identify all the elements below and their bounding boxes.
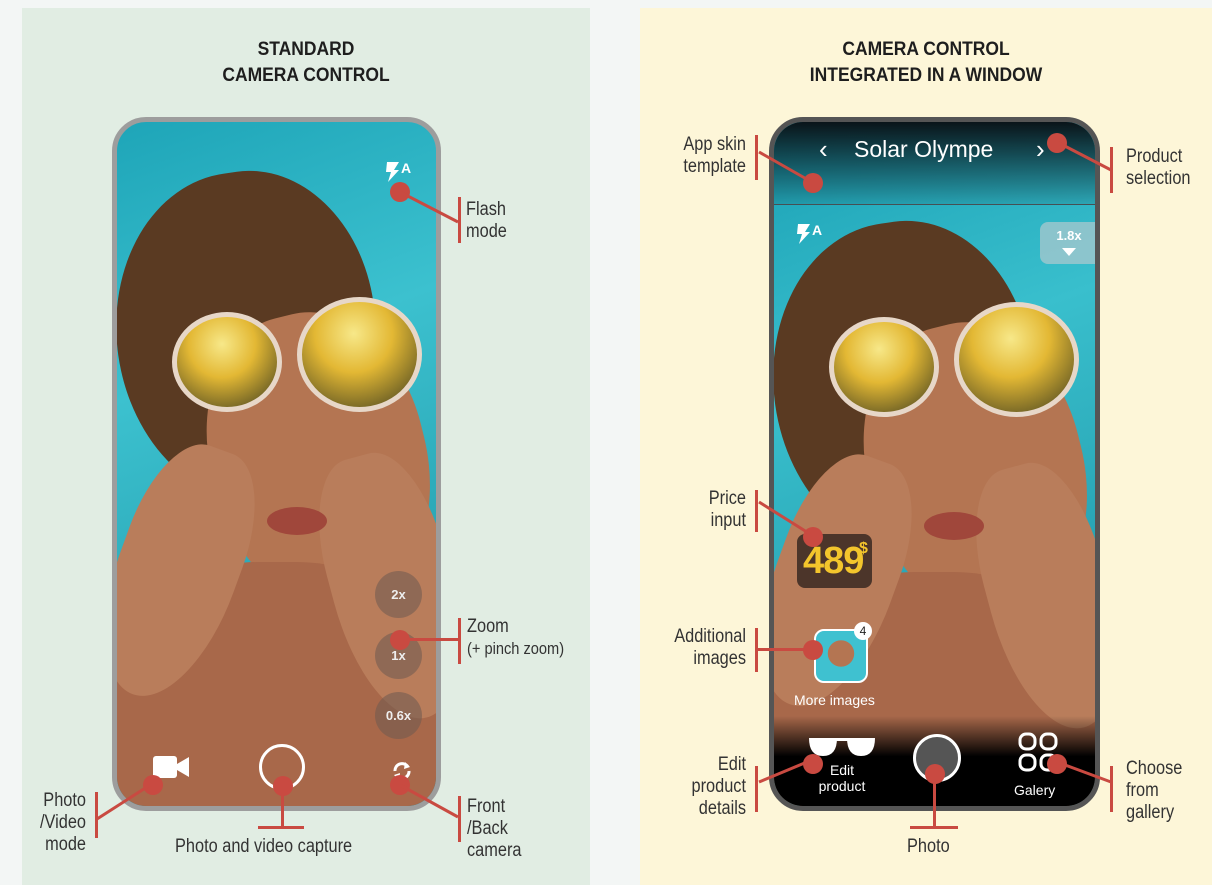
chevron-left-icon[interactable]: ‹ bbox=[819, 134, 828, 165]
panel-title: STANDARD CAMERA CONTROL bbox=[45, 37, 568, 89]
zoom-value: 1.8x bbox=[1056, 228, 1082, 243]
panel-title: CAMERA CONTROL INTEGRATED IN A WINDOW bbox=[663, 37, 1189, 89]
label-line: Edit bbox=[717, 754, 746, 775]
images-count-badge: 4 bbox=[854, 622, 872, 640]
choose-from-gallery-label: Choose from gallery bbox=[1126, 758, 1182, 824]
integrated-phone: ‹ Solar Olympe › A 1.8x 489 $ 4 More ima… bbox=[769, 117, 1100, 811]
more-images-label: More images bbox=[794, 692, 875, 708]
chevron-right-icon[interactable]: › bbox=[1036, 134, 1045, 165]
front-back-camera-label: Front /Back camera bbox=[467, 796, 521, 862]
label-line: product bbox=[691, 776, 746, 797]
additional-images-label: Additional images bbox=[655, 626, 746, 670]
title-line: STANDARD bbox=[257, 39, 355, 60]
label-line: Additional bbox=[674, 626, 746, 647]
photo-video-mode-label: Photo /Video mode bbox=[12, 790, 86, 856]
label-line: selection bbox=[1126, 168, 1191, 189]
label-line: template bbox=[683, 156, 746, 177]
flash-mode-label: Flash mode bbox=[466, 199, 507, 243]
label-line: Flash bbox=[466, 199, 506, 220]
label-line: gallery bbox=[1126, 802, 1175, 823]
capture-label: Photo and video capture bbox=[175, 836, 353, 857]
label-line: App skin bbox=[683, 134, 746, 155]
zoom-dropdown[interactable]: 1.8x bbox=[1040, 222, 1095, 264]
app-skin-label: App skin template bbox=[663, 134, 746, 178]
price-input-label: Price input bbox=[663, 488, 746, 532]
zoom-0.6x-button[interactable]: 0.6x bbox=[375, 692, 422, 739]
label-line: details bbox=[698, 798, 746, 819]
label-line: camera bbox=[467, 840, 522, 861]
label-line: Choose bbox=[1126, 758, 1183, 779]
flash-mode-letter: A bbox=[812, 222, 823, 238]
price-currency: $ bbox=[859, 540, 868, 557]
gallery-button-label[interactable]: Galery bbox=[1014, 782, 1055, 798]
title-line: CAMERA CONTROL bbox=[222, 65, 390, 86]
label-line: Price bbox=[708, 488, 746, 509]
label-line: Front bbox=[467, 796, 506, 817]
label-line: (+ pinch zoom) bbox=[467, 639, 565, 658]
label-line: images bbox=[693, 648, 746, 669]
product-name[interactable]: Solar Olympe bbox=[854, 136, 993, 163]
flash-mode-letter: A bbox=[401, 160, 412, 176]
label-line: mode bbox=[466, 221, 507, 242]
title-line: CAMERA CONTROL bbox=[842, 39, 1010, 60]
label-line: /Back bbox=[467, 818, 508, 839]
label-line: Product bbox=[1126, 146, 1183, 167]
label-line: from bbox=[1126, 780, 1159, 801]
standard-phone: A 2x 1x 0.6x bbox=[112, 117, 441, 811]
label-line: input bbox=[710, 510, 746, 531]
product-selection-label: Product selection bbox=[1126, 146, 1191, 190]
label-line: mode bbox=[45, 834, 86, 855]
zoom-2x-button[interactable]: 2x bbox=[375, 571, 422, 618]
edit-product-details-label: Edit product details bbox=[663, 754, 746, 820]
photo-label: Photo bbox=[907, 836, 950, 857]
label-line: Zoom bbox=[467, 616, 509, 637]
zoom-label: Zoom (+ pinch zoom) bbox=[467, 616, 564, 660]
button-line: product bbox=[818, 778, 866, 794]
flash-auto-icon[interactable]: A bbox=[796, 222, 822, 247]
title-line: INTEGRATED IN A WINDOW bbox=[809, 65, 1043, 86]
chevron-down-icon bbox=[1062, 248, 1076, 256]
label-line: Photo bbox=[43, 790, 86, 811]
label-line: /Video bbox=[39, 812, 86, 833]
